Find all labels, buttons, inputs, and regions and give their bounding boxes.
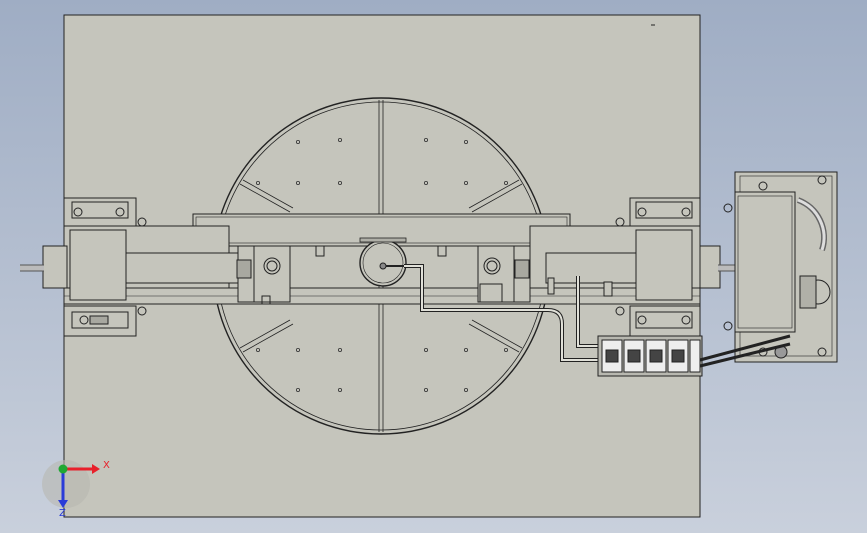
- valve-bank: [597, 335, 703, 377]
- x-axis-label: X: [103, 460, 110, 471]
- cad-viewport[interactable]: X Z: [0, 0, 867, 533]
- y-axis-dot: [58, 464, 68, 474]
- left-clamp: [236, 245, 291, 305]
- right-clamp: [477, 245, 531, 303]
- z-axis-label: Z: [59, 508, 66, 519]
